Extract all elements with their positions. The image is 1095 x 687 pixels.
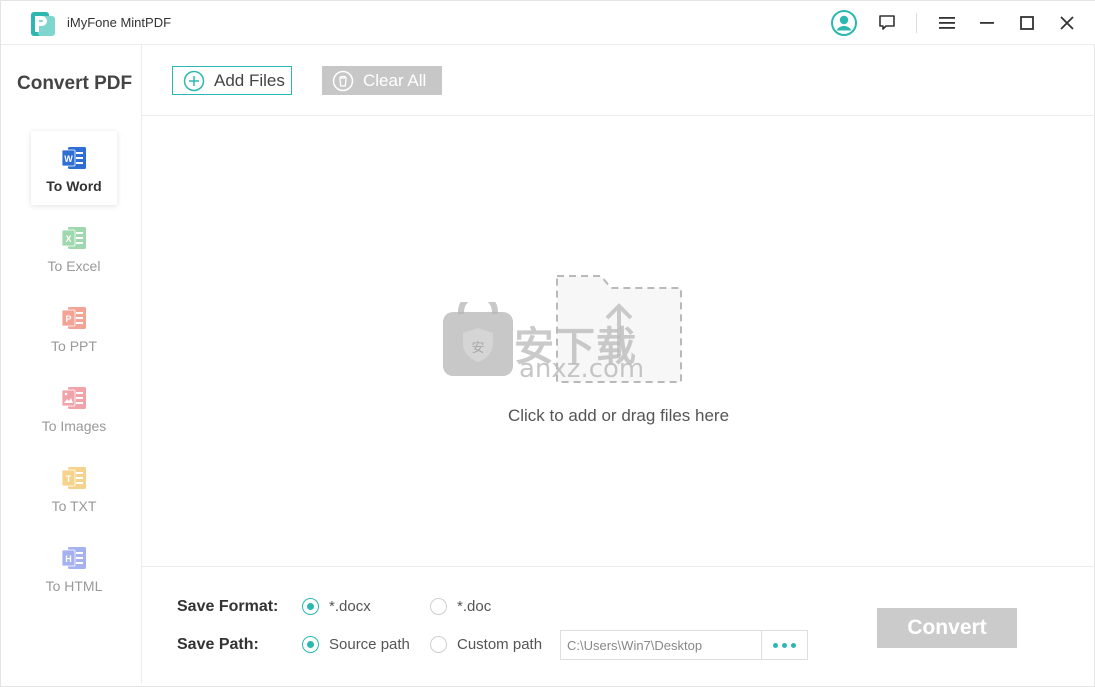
radio-label: *.docx bbox=[329, 598, 371, 615]
svg-text:W: W bbox=[64, 154, 73, 164]
main-toolbar: Add Files Clear All bbox=[142, 45, 1095, 116]
source-path-radio[interactable]: Source path bbox=[302, 636, 410, 653]
more-dot-icon bbox=[791, 642, 796, 648]
ppt-icon: P bbox=[61, 307, 86, 329]
chat-icon bbox=[879, 15, 895, 30]
sidebar-item-label: To PPT bbox=[51, 338, 97, 354]
hamburger-icon bbox=[939, 17, 955, 29]
sidebar-item-to-ppt[interactable]: P To PPT bbox=[31, 291, 117, 365]
sidebar-item-to-txt[interactable]: T To TXT bbox=[31, 451, 117, 525]
app-logo-icon bbox=[31, 12, 55, 36]
images-icon bbox=[61, 387, 86, 409]
more-dot-icon bbox=[782, 642, 787, 648]
radio-indicator bbox=[430, 636, 447, 653]
account-button[interactable] bbox=[830, 9, 858, 37]
minimize-icon bbox=[980, 22, 994, 24]
sidebar-item-to-excel[interactable]: X To Excel bbox=[31, 211, 117, 285]
svg-text:X: X bbox=[65, 234, 71, 244]
feedback-button[interactable] bbox=[873, 9, 901, 37]
add-files-button[interactable]: Add Files bbox=[172, 66, 292, 95]
user-icon bbox=[831, 10, 857, 36]
file-drop-zone[interactable]: 安 安下载 anxz.com Click to add or drag file… bbox=[142, 116, 1095, 566]
clear-all-label: Clear All bbox=[363, 70, 427, 90]
word-icon: W bbox=[61, 147, 86, 169]
format-docx-radio[interactable]: *.docx bbox=[302, 598, 371, 615]
sidebar-item-to-word[interactable]: W To Word bbox=[31, 131, 117, 205]
radio-label: *.doc bbox=[457, 598, 492, 615]
custom-path-radio[interactable]: Custom path bbox=[430, 636, 542, 653]
watermark-en-text: anxz.com bbox=[519, 354, 645, 384]
sidebar-title: Convert PDF bbox=[17, 73, 133, 94]
svg-text:T: T bbox=[66, 474, 72, 484]
sidebar-item-label: To Word bbox=[46, 178, 102, 194]
plus-circle-icon bbox=[183, 70, 205, 91]
svg-text:安: 安 bbox=[471, 341, 484, 356]
format-doc-radio[interactable]: *.doc bbox=[430, 598, 491, 615]
save-settings-panel: Save Format: Save Path: *.docx *.doc Sou… bbox=[142, 566, 1095, 683]
add-files-label: Add Files bbox=[214, 70, 285, 90]
radio-indicator bbox=[430, 598, 447, 615]
sidebar-item-to-images[interactable]: To Images bbox=[31, 371, 117, 445]
radio-label: Custom path bbox=[457, 636, 543, 653]
title-bar: iMyFone MintPDF bbox=[1, 1, 1095, 45]
browse-path-button[interactable] bbox=[761, 631, 807, 659]
clear-all-button[interactable]: Clear All bbox=[322, 66, 442, 95]
minimize-button[interactable] bbox=[973, 9, 1001, 37]
sidebar-item-label: To Excel bbox=[47, 258, 101, 274]
close-icon bbox=[1060, 16, 1074, 30]
radio-label: Source path bbox=[329, 636, 410, 653]
trash-icon bbox=[332, 70, 354, 91]
html-icon: H bbox=[61, 547, 86, 569]
sidebar-item-to-html[interactable]: H To HTML bbox=[31, 531, 117, 605]
svg-text:P: P bbox=[65, 314, 71, 324]
sidebar-item-label: To HTML bbox=[45, 578, 103, 594]
sidebar: Convert PDF W To Word X To Excel P To PP… bbox=[6, 45, 142, 683]
convert-button[interactable]: Convert bbox=[877, 608, 1017, 648]
radio-indicator bbox=[302, 598, 319, 615]
titlebar-divider bbox=[916, 13, 917, 33]
maximize-button[interactable] bbox=[1013, 9, 1041, 37]
more-dot-icon bbox=[773, 642, 778, 648]
app-title: iMyFone MintPDF bbox=[67, 15, 172, 30]
drop-hint-text: Click to add or drag files here bbox=[507, 406, 730, 425]
maximize-icon bbox=[1020, 16, 1034, 30]
save-path-input[interactable] bbox=[561, 632, 761, 658]
sidebar-item-label: To Images bbox=[41, 418, 107, 434]
txt-icon: T bbox=[61, 467, 86, 489]
menu-button[interactable] bbox=[933, 9, 961, 37]
excel-icon: X bbox=[61, 227, 86, 249]
close-button[interactable] bbox=[1053, 9, 1081, 37]
save-format-label: Save Format: bbox=[177, 598, 279, 615]
save-path-label: Save Path: bbox=[177, 636, 259, 653]
sidebar-item-label: To TXT bbox=[51, 498, 97, 514]
radio-indicator bbox=[302, 636, 319, 653]
svg-text:H: H bbox=[65, 554, 72, 564]
app-window: iMyFone MintPDF Convert PDF W To Word X … bbox=[0, 0, 1095, 687]
save-path-field bbox=[560, 630, 808, 660]
